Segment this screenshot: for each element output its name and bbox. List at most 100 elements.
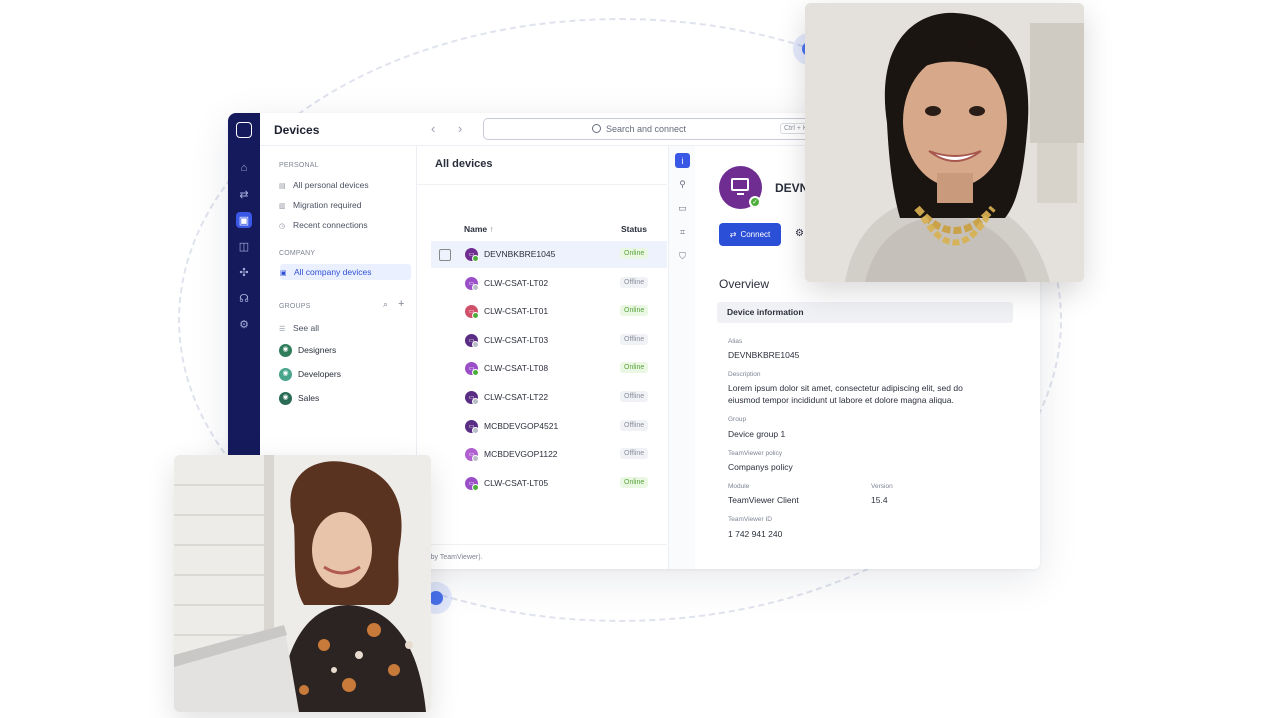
device-name-cell: CLW-CSAT-LT08 xyxy=(484,363,549,374)
divider xyxy=(417,184,667,185)
photo-woman-with-laptop xyxy=(174,455,431,712)
status-dot xyxy=(472,340,479,348)
info-icon[interactable]: i xyxy=(675,153,690,168)
apps-icon[interactable]: ✣ xyxy=(236,264,252,280)
group-value: Device group 1 xyxy=(728,429,786,439)
device-name-cell: CLW-CSAT-LT05 xyxy=(484,477,549,488)
status-dot xyxy=(472,398,479,405)
policy-label: TeamViewer policy xyxy=(728,450,783,457)
device-avatar-icon: ▭ xyxy=(465,476,479,491)
teamviewer-logo-icon xyxy=(236,122,252,138)
search-groups-icon[interactable]: ⌕ xyxy=(383,299,388,310)
status-badge: Offline xyxy=(620,276,649,288)
table-row[interactable]: ▭ CLW-CSAT-LT05 Online xyxy=(431,470,667,497)
status-dot xyxy=(472,426,479,434)
table-row[interactable]: ▭ CLW-CSAT-LT08 Online xyxy=(431,355,667,382)
device-avatar-icon: ▭ xyxy=(465,448,479,463)
status-badge: Offline xyxy=(620,333,649,345)
device-list: All devices Name ↑ Status ▭ DEVNBKBRE1045… xyxy=(417,146,667,569)
column-status-header[interactable]: Status xyxy=(621,224,647,234)
sort-asc-icon: ↑ xyxy=(489,224,494,234)
status-badge: Online xyxy=(620,248,649,259)
status-dot xyxy=(472,455,479,463)
group-sales[interactable]: ◉ Sales xyxy=(279,390,319,406)
wrench-icon[interactable]: ⚲ xyxy=(675,177,690,192)
monitor-icon[interactable]: ▭ xyxy=(675,201,690,216)
device-name-cell: MCBDEVGOP1122 xyxy=(484,449,558,460)
table-row[interactable]: ▭ MCBDEVGOP4521 Offline xyxy=(431,413,667,440)
device-info-heading: Device information xyxy=(717,302,1013,323)
forward-arrow-icon[interactable]: › xyxy=(458,121,462,136)
status-dot xyxy=(472,283,479,291)
shield-icon[interactable]: ⛉ xyxy=(675,249,690,264)
table-row[interactable]: ▭ DEVNBKBRE1045 Online xyxy=(431,241,667,268)
devices-icon[interactable]: ▣ xyxy=(236,212,252,228)
network-icon[interactable]: ⌗ xyxy=(675,225,690,240)
list-title: All devices xyxy=(435,158,493,170)
sessions-icon[interactable]: ◫ xyxy=(236,238,252,254)
nav-all-personal-devices[interactable]: ▤ All personal devices xyxy=(279,177,369,193)
version-label: Version xyxy=(871,483,893,490)
group-avatar: ◉ xyxy=(279,391,292,405)
device-name-cell: DEVNBKBRE1045 xyxy=(484,249,556,259)
list-icon: ☰ xyxy=(279,326,286,333)
company-devices-icon: ▣ xyxy=(280,270,287,277)
computer-stand xyxy=(737,193,744,195)
column-name-header[interactable]: Name ↑ xyxy=(464,224,494,234)
alias-value: DEVNBKBRE1045 xyxy=(728,350,800,360)
more-actions-icon[interactable]: ⚙ xyxy=(795,228,804,239)
group-designers[interactable]: ◉ Designers xyxy=(279,342,336,358)
table-row[interactable]: ▭ CLW-CSAT-LT01 Online xyxy=(431,298,667,325)
description-value: Lorem ipsum dolor sit amet, consectetur … xyxy=(728,383,963,405)
table-row[interactable]: ▭ CLW-CSAT-LT03 Offline xyxy=(431,327,667,354)
device-name-cell: CLW-CSAT-LT01 xyxy=(484,306,549,317)
device-avatar-icon: ▭ xyxy=(465,276,479,291)
settings-icon[interactable]: ⚙ xyxy=(236,316,252,332)
online-check-icon: ✓ xyxy=(749,196,761,208)
device-name-cell: CLW-CSAT-LT22 xyxy=(484,392,549,402)
device-avatar-icon: ▭ xyxy=(465,333,479,348)
nav-see-all[interactable]: ☰ See all xyxy=(279,320,319,336)
device-name-cell: CLW-CSAT-LT02 xyxy=(484,277,549,288)
group-avatar: ◉ xyxy=(279,367,292,381)
divider xyxy=(417,544,667,545)
groups-heading: GROUPS xyxy=(279,303,311,310)
device-avatar-icon: ▭ xyxy=(465,391,479,405)
search-input[interactable]: Search and connect Ctrl + K xyxy=(483,118,813,140)
id-value: 1 742 941 240 xyxy=(728,529,783,539)
detail-toolbar: i ⚲ ▭ ⌗ ⛉ xyxy=(668,146,695,569)
device-avatar-icon: ▭ xyxy=(465,419,479,434)
status-dot xyxy=(472,369,479,377)
device-avatar: ✓ xyxy=(719,166,762,209)
row-checkbox[interactable] xyxy=(439,249,451,261)
page-title: Devices xyxy=(274,123,320,137)
device-name: DEVN xyxy=(775,181,809,195)
group-label: Group xyxy=(728,416,747,423)
status-dot xyxy=(472,483,479,491)
device-avatar-icon: ▭ xyxy=(465,248,479,262)
search-icon xyxy=(592,124,601,133)
portrait-photo-woman-smiling xyxy=(805,3,1084,282)
search-placeholder: Search and connect xyxy=(606,124,687,134)
back-arrow-icon[interactable]: ‹ xyxy=(431,121,435,136)
group-avatar: ◉ xyxy=(279,343,292,357)
table-row[interactable]: ▭ CLW-CSAT-LT22 Offline xyxy=(431,384,667,411)
table-row[interactable]: ▭ MCBDEVGOP1122 Offline xyxy=(431,441,667,468)
alias-label: Alias xyxy=(728,338,743,345)
migration-icon: ▥ xyxy=(279,203,286,210)
id-label: TeamViewer ID xyxy=(728,516,772,523)
status-badge: Online xyxy=(620,476,649,488)
transfer-icon[interactable]: ⇄ xyxy=(236,186,252,202)
support-icon[interactable]: ☊ xyxy=(236,290,252,306)
nav-all-company-devices[interactable]: ▣ All company devices xyxy=(280,264,411,280)
status-dot xyxy=(472,255,479,262)
connect-button[interactable]: ⇄ Connect xyxy=(719,223,781,246)
group-developers[interactable]: ◉ Developers xyxy=(279,366,341,382)
home-icon[interactable]: ⌂ xyxy=(236,160,252,176)
nav-recent-connections[interactable]: ◷ Recent connections xyxy=(279,217,368,233)
device-icon: ▤ xyxy=(279,183,286,190)
nav-migration-required[interactable]: ▥ Migration required xyxy=(279,197,362,213)
table-row[interactable]: ▭ CLW-CSAT-LT02 Offline xyxy=(431,270,667,297)
add-group-icon[interactable]: + xyxy=(398,298,404,310)
device-name-cell: MCBDEVGOP4521 xyxy=(484,420,559,431)
